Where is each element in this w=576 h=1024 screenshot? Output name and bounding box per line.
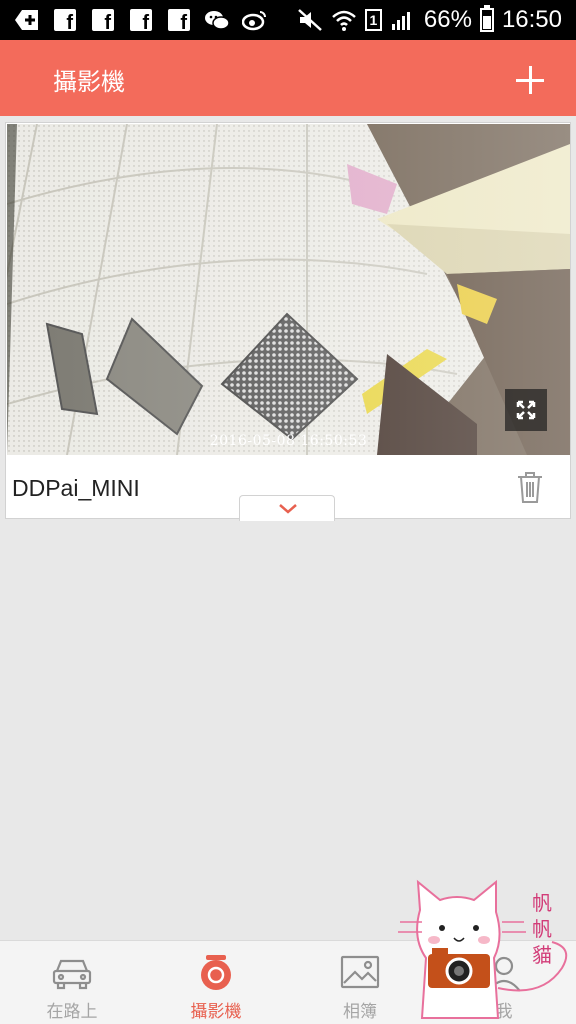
camera-card: 2016-05-08 16:50:53 DDPai_MINI: [5, 122, 571, 521]
sim-indicator: 1: [364, 9, 382, 31]
mute-icon: [297, 7, 323, 33]
delete-camera-button[interactable]: [512, 469, 548, 505]
tab-on-the-road[interactable]: 在路上: [0, 941, 144, 1024]
weibo-icon: [242, 7, 268, 33]
clock: 16:50: [501, 6, 562, 33]
watermark-char-1: 帆帆貓: [532, 891, 552, 967]
page-title: 攝影機: [53, 68, 125, 96]
app-bar: 攝影機: [0, 40, 576, 116]
facebook-icon: [90, 7, 116, 35]
fullscreen-button[interactable]: [505, 389, 547, 431]
car-icon: [52, 959, 92, 990]
trash-icon: [518, 472, 542, 503]
preview-image: [7, 124, 570, 455]
wifi-icon: [331, 7, 357, 33]
facebook-icon: [52, 7, 78, 35]
nav-label: 在路上: [46, 1002, 98, 1022]
signal-icon: [390, 7, 416, 33]
camera-name: DDPai_MINI: [12, 475, 140, 501]
battery-percent: 66%: [423, 6, 472, 33]
status-bar: 1 66% 16:50: [0, 0, 576, 40]
fullscreen-icon: [516, 400, 536, 420]
facebook-icon: [166, 7, 192, 35]
battery-icon: [479, 5, 494, 32]
chevron-down-icon: [279, 504, 297, 514]
facebook-icon: [128, 7, 154, 35]
notification-icons: [14, 6, 268, 35]
image-icon: [340, 955, 380, 989]
add-camera-button[interactable]: [512, 62, 548, 98]
camera-icon: [201, 955, 231, 990]
system-indicators: 1 66% 16:50: [297, 4, 562, 36]
video-timestamp: 2016-05-08 16:50:53: [209, 433, 368, 449]
nav-label: 攝影機: [190, 1002, 242, 1022]
camera-live-preview[interactable]: 2016-05-08 16:50:53: [7, 124, 570, 455]
wechat-icon: [204, 7, 230, 33]
cat-watermark: 帆帆貓: [392, 878, 576, 1024]
download-icon: [14, 7, 40, 33]
tab-camera[interactable]: 攝影機: [144, 941, 288, 1024]
cat-camera-logo: 帆帆貓: [398, 879, 568, 1019]
expand-details-button[interactable]: [239, 495, 335, 521]
